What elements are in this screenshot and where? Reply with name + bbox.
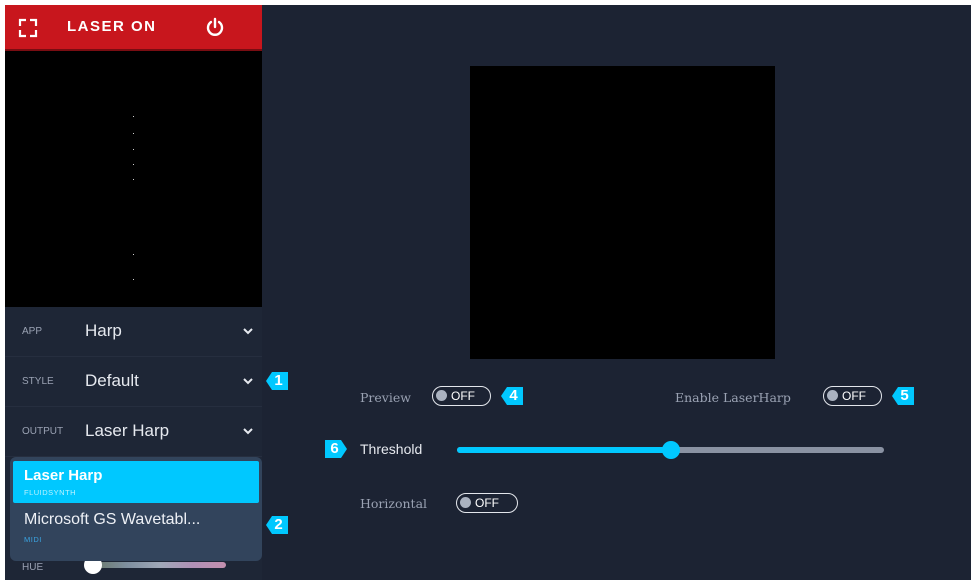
hue-label: HUE	[22, 562, 44, 573]
output-select[interactable]: OUTPUT Laser Harp	[5, 407, 262, 457]
callout-badge: 5	[892, 386, 914, 406]
threshold-label: Threshold	[360, 441, 423, 457]
app-select[interactable]: APP Harp	[5, 307, 262, 357]
laser-beam-dot	[133, 116, 134, 117]
toggle-knob	[827, 390, 838, 401]
chevron-down-icon	[243, 428, 253, 435]
option-name: Laser Harp	[24, 467, 103, 484]
style-label: STYLE	[22, 376, 54, 387]
threshold-slider-track[interactable]	[457, 441, 884, 459]
horizontal-label: Horizontal	[360, 496, 428, 511]
laser-beam-dot	[133, 133, 134, 134]
callout-number: 6	[330, 440, 339, 457]
dropdown-option-laser-harp[interactable]: Laser Harp FLUIDSYNTH	[13, 461, 259, 503]
option-name: Microsoft GS Wavetabl...	[24, 511, 201, 528]
output-label: OUTPUT	[22, 426, 64, 437]
fullscreen-icon[interactable]	[18, 18, 38, 38]
laser-beam-dot	[133, 279, 134, 280]
option-subtitle: FLUIDSYNTH	[24, 488, 77, 497]
camera-canvas	[470, 66, 775, 359]
toggle-state: OFF	[475, 496, 499, 510]
app-label: APP	[22, 326, 43, 337]
laser-beam-dot	[133, 254, 134, 255]
output-value: Laser Harp	[85, 421, 170, 440]
callout-badge: 6	[325, 439, 347, 459]
enable-laserharp-label: Enable LaserHarp	[675, 390, 791, 405]
toggle-knob	[436, 390, 447, 401]
chevron-down-icon	[243, 328, 253, 335]
preview-toggle[interactable]: OFF	[432, 386, 491, 406]
chevron-down-icon	[243, 378, 253, 385]
callout-number: 1	[274, 372, 283, 389]
callout-number: 5	[900, 387, 909, 404]
dropdown-option-microsoft-gs[interactable]: Microsoft GS Wavetabl... MIDI	[13, 507, 259, 547]
toggle-state: OFF	[451, 389, 475, 403]
power-icon[interactable]	[205, 17, 225, 37]
laser-status-title: LASER ON	[67, 18, 157, 35]
horizontal-toggle[interactable]: OFF	[456, 493, 518, 513]
laser-beam-dot	[133, 164, 134, 165]
toggle-knob	[460, 497, 471, 508]
callout-badge: 1	[266, 371, 288, 391]
threshold-slider-handle[interactable]	[661, 441, 680, 459]
preview-label: Preview	[360, 390, 411, 405]
laser-beam-dot	[133, 179, 134, 180]
callout-badge: 2	[266, 515, 288, 535]
style-value: Default	[85, 371, 139, 390]
app-value: Harp	[85, 321, 122, 340]
toggle-state: OFF	[842, 389, 866, 403]
callout-badge: 4	[501, 386, 523, 406]
laser-preview-display	[5, 51, 262, 307]
style-select[interactable]: STYLE Default	[5, 357, 262, 407]
enable-laserharp-toggle[interactable]: OFF	[823, 386, 882, 406]
laser-status-bar: LASER ON	[5, 5, 262, 51]
threshold-slider-fill	[457, 447, 671, 453]
app-window: LASER ON APP Harp STYLE Default OUTPUT L…	[5, 5, 971, 580]
callout-number: 2	[274, 516, 283, 533]
hue-slider-track[interactable]	[95, 562, 226, 568]
callout-number: 4	[509, 387, 518, 404]
output-dropdown-menu: Laser Harp FLUIDSYNTH Microsoft GS Wavet…	[10, 457, 262, 561]
option-subtitle: MIDI	[24, 535, 42, 544]
laser-beam-dot	[133, 149, 134, 150]
